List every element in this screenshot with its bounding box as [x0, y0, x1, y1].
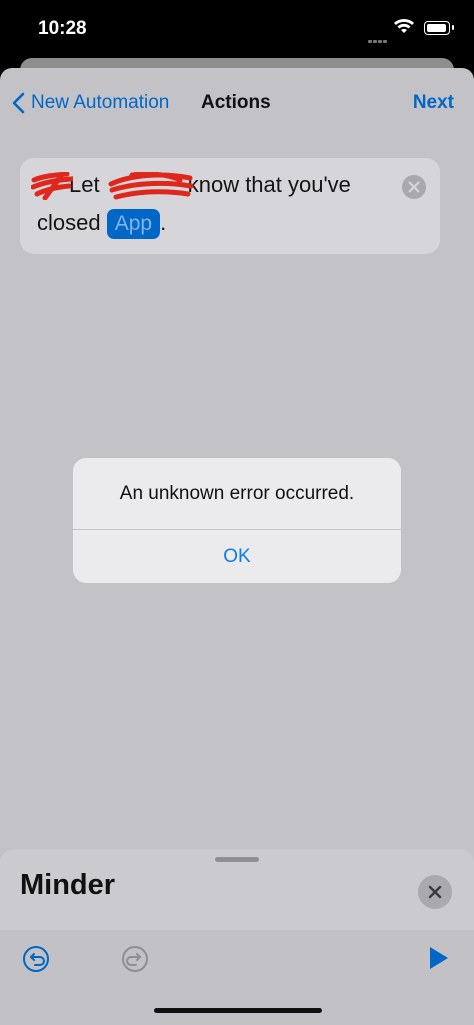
wifi-icon — [394, 19, 414, 33]
chevron-left-icon — [12, 92, 25, 114]
play-icon[interactable] — [427, 945, 451, 971]
panel-close-button[interactable] — [418, 875, 452, 909]
undo-icon[interactable] — [22, 945, 50, 973]
close-icon — [408, 181, 420, 193]
text-closed: closed — [37, 210, 101, 235]
next-button[interactable]: Next — [413, 92, 454, 114]
alert-ok-button[interactable]: OK — [73, 530, 401, 583]
text-know: know that you've — [187, 172, 351, 197]
panel-title: Minder — [20, 869, 116, 901]
action-text: Let know that you've closed App. — [31, 166, 397, 242]
home-indicator — [154, 1008, 322, 1013]
status-bar: 10:28 — [0, 0, 474, 60]
redo-icon[interactable] — [121, 945, 149, 973]
battery-icon — [424, 21, 454, 35]
redaction-scribble-icon — [108, 172, 194, 200]
back-button-label: New Automation — [31, 92, 170, 113]
action-search-panel: Minder — [0, 849, 474, 1025]
panel-grabber[interactable] — [215, 857, 259, 862]
cellular-signal-icon — [368, 30, 388, 48]
app-variable-token[interactable]: App — [106, 209, 161, 239]
text-let: Let — [69, 172, 100, 197]
text-period: . — [160, 210, 167, 235]
back-button[interactable]: New Automation — [12, 92, 169, 114]
error-alert: An unknown error occurred. OK — [73, 458, 401, 583]
status-time: 10:28 — [38, 18, 87, 39]
notify-action-card[interactable]: Let know that you've closed App. — [20, 158, 440, 254]
alert-message: An unknown error occurred. — [119, 483, 355, 504]
redaction-scribble-icon — [31, 172, 73, 201]
navigation-bar: New Automation Actions Next — [0, 68, 474, 138]
remove-action-button[interactable] — [402, 175, 426, 199]
page-title: Actions — [201, 92, 271, 113]
close-icon — [428, 885, 442, 899]
